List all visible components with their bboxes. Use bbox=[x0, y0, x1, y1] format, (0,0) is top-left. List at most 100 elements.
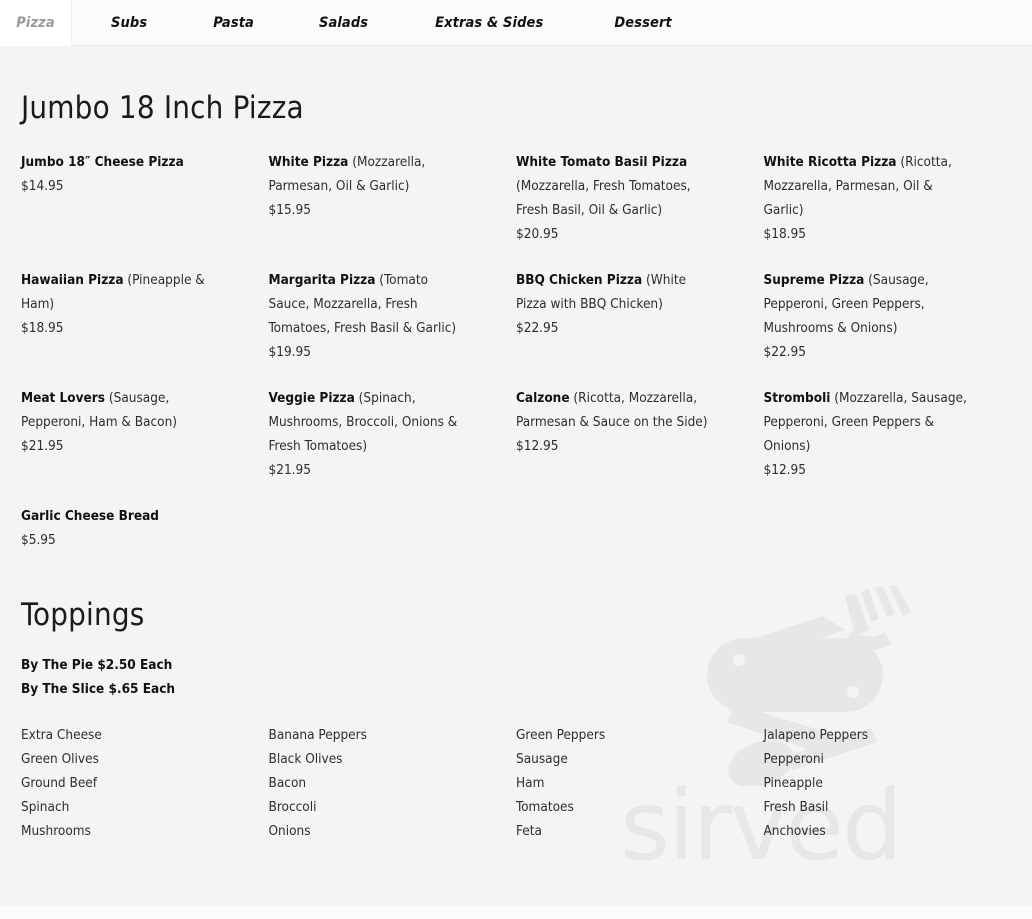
menu-item[interactable]: White Tomato Basil Pizza (Mozzarella, Fr… bbox=[516, 150, 764, 268]
menu-item-price: $12.95 bbox=[763, 462, 806, 478]
menu-item-price: $21.95 bbox=[21, 438, 64, 454]
topping-item[interactable]: Jalapeno Peppers bbox=[764, 723, 968, 747]
menu-item-name: White Ricotta Pizza bbox=[763, 154, 897, 170]
topping-item[interactable]: Pepperoni bbox=[764, 747, 968, 771]
tab-salads[interactable]: Salads bbox=[297, 0, 390, 46]
menu-item[interactable]: BBQ Chicken Pizza (White Pizza with BBQ … bbox=[516, 268, 764, 386]
menu-item-price: $15.95 bbox=[268, 202, 311, 218]
menu-item-text: Calzone (Ricotta, Mozzarella, Parmesan &… bbox=[516, 386, 720, 434]
topping-item[interactable]: Ham bbox=[516, 771, 720, 795]
topping-item[interactable]: Spinach bbox=[21, 795, 225, 819]
topping-item[interactable]: Mushrooms bbox=[21, 819, 225, 843]
topping-item[interactable]: Bacon bbox=[269, 771, 473, 795]
menu-item-text: Jumbo 18″ Cheese Pizza bbox=[21, 150, 225, 174]
menu-item-text: White Tomato Basil Pizza (Mozzarella, Fr… bbox=[516, 150, 720, 222]
tab-label: Subs bbox=[111, 15, 148, 31]
toppings-column: Green Peppers Sausage Ham Tomatoes Feta bbox=[516, 723, 764, 843]
toppings-price-by-the-pie: By The Pie $2.50 Each bbox=[21, 657, 173, 673]
menu-item-price: $20.95 bbox=[516, 226, 559, 242]
topping-item[interactable]: Sausage bbox=[516, 747, 720, 771]
menu-item-text: White Pizza (Mozzarella, Parmesan, Oil &… bbox=[269, 150, 473, 198]
menu-item[interactable]: Supreme Pizza (Sausage, Pepperoni, Green… bbox=[764, 268, 1012, 386]
section-title: Jumbo 18 Inch Pizza bbox=[21, 90, 304, 126]
tab-pizza[interactable]: Pizza bbox=[0, 0, 72, 46]
menu-item-name: Hawaiian Pizza bbox=[21, 272, 124, 288]
section-title: Toppings bbox=[21, 597, 145, 633]
menu-item-name: Veggie Pizza bbox=[268, 390, 355, 406]
page-bottom-strip bbox=[0, 906, 1032, 919]
menu-item-name: Supreme Pizza bbox=[763, 272, 865, 288]
menu-item-price: $12.95 bbox=[516, 438, 559, 454]
menu-item[interactable]: White Pizza (Mozzarella, Parmesan, Oil &… bbox=[269, 150, 517, 268]
topping-item[interactable]: Feta bbox=[516, 819, 720, 843]
menu-item-price: $19.95 bbox=[268, 344, 311, 360]
menu-item-price: $5.95 bbox=[21, 532, 56, 548]
menu-item-name: Jumbo 18″ Cheese Pizza bbox=[21, 154, 184, 170]
toppings-price-by-the-slice: By The Slice $.65 Each bbox=[21, 681, 176, 697]
menu-item-name: Margarita Pizza bbox=[268, 272, 376, 288]
tab-subs[interactable]: Subs bbox=[89, 0, 169, 46]
menu-item[interactable]: Hawaiian Pizza (Pineapple & Ham) $18.95 bbox=[21, 268, 269, 386]
menu-tab-bar: Pizza Subs Pasta Salads Extras & Sides D… bbox=[0, 0, 1032, 46]
section-jumbo-18-inch-pizza: Jumbo 18 Inch Pizza Jumbo 18″ Cheese Piz… bbox=[21, 46, 1011, 552]
topping-item[interactable]: Broccoli bbox=[269, 795, 473, 819]
menu-item-text: Meat Lovers (Sausage, Pepperoni, Ham & B… bbox=[21, 386, 225, 434]
menu-item-grid: Jumbo 18″ Cheese Pizza $14.95 White Pizz… bbox=[21, 150, 1011, 552]
topping-item[interactable]: Ground Beef bbox=[21, 771, 225, 795]
toppings-column: Banana Peppers Black Olives Bacon Brocco… bbox=[269, 723, 517, 843]
tab-dessert[interactable]: Dessert bbox=[592, 0, 693, 46]
topping-item[interactable]: Fresh Basil bbox=[764, 795, 968, 819]
menu-item-text: BBQ Chicken Pizza (White Pizza with BBQ … bbox=[516, 268, 720, 316]
menu-item-name: White Pizza bbox=[268, 154, 349, 170]
tab-label: Pasta bbox=[213, 15, 254, 31]
topping-item[interactable]: Anchovies bbox=[764, 819, 968, 843]
tab-pasta[interactable]: Pasta bbox=[191, 0, 276, 46]
topping-item[interactable]: Black Olives bbox=[269, 747, 473, 771]
menu-item-text: Supreme Pizza (Sausage, Pepperoni, Green… bbox=[764, 268, 968, 340]
menu-item-text: Margarita Pizza (Tomato Sauce, Mozzarell… bbox=[269, 268, 473, 340]
toppings-column: Jalapeno Peppers Pepperoni Pineapple Fre… bbox=[764, 723, 1012, 843]
menu-item-text: White Ricotta Pizza (Ricotta, Mozzarella… bbox=[764, 150, 968, 222]
tab-label: Salads bbox=[318, 15, 369, 31]
topping-item[interactable]: Green Olives bbox=[21, 747, 225, 771]
menu-item-text: Stromboli (Mozzarella, Sausage, Pepperon… bbox=[764, 386, 968, 458]
section-toppings: Toppings By The Pie $2.50 Each By The Sl… bbox=[21, 552, 1011, 843]
menu-item-price: $22.95 bbox=[763, 344, 806, 360]
menu-item[interactable]: White Ricotta Pizza (Ricotta, Mozzarella… bbox=[764, 150, 1012, 268]
toppings-price-block: By The Pie $2.50 Each By The Slice $.65 … bbox=[21, 653, 1011, 701]
menu-item[interactable]: Jumbo 18″ Cheese Pizza $14.95 bbox=[21, 150, 269, 268]
tab-label: Dessert bbox=[614, 15, 672, 31]
menu-item-text: Veggie Pizza (Spinach, Mushrooms, Brocco… bbox=[269, 386, 473, 458]
menu-item-price: $22.95 bbox=[516, 320, 559, 336]
menu-item-price: $18.95 bbox=[763, 226, 806, 242]
toppings-grid: Extra Cheese Green Olives Ground Beef Sp… bbox=[21, 723, 1011, 843]
menu-item-name: Meat Lovers bbox=[21, 390, 106, 406]
menu-item[interactable]: Stromboli (Mozzarella, Sausage, Pepperon… bbox=[764, 386, 1012, 504]
topping-item[interactable]: Pineapple bbox=[764, 771, 968, 795]
menu-item-name: Garlic Cheese Bread bbox=[21, 508, 160, 524]
topping-item[interactable]: Extra Cheese bbox=[21, 723, 225, 747]
menu-item-description: (Mozzarella, Fresh Tomatoes, Fresh Basil… bbox=[516, 178, 691, 218]
topping-item[interactable]: Green Peppers bbox=[516, 723, 720, 747]
menu-item-name: White Tomato Basil Pizza bbox=[516, 154, 688, 170]
topping-item[interactable]: Onions bbox=[269, 819, 473, 843]
menu-item[interactable]: Meat Lovers (Sausage, Pepperoni, Ham & B… bbox=[21, 386, 269, 504]
menu-item-text: Hawaiian Pizza (Pineapple & Ham) bbox=[21, 268, 225, 316]
menu-item-name: Stromboli bbox=[763, 390, 831, 406]
tab-extras-and-sides[interactable]: Extras & Sides bbox=[413, 0, 565, 46]
topping-item[interactable]: Tomatoes bbox=[516, 795, 720, 819]
menu-content: Jumbo 18 Inch Pizza Jumbo 18″ Cheese Piz… bbox=[21, 46, 1011, 843]
menu-item-text: Garlic Cheese Bread bbox=[21, 504, 225, 528]
tab-label: Pizza bbox=[16, 15, 55, 31]
menu-item[interactable]: Margarita Pizza (Tomato Sauce, Mozzarell… bbox=[269, 268, 517, 386]
menu-item-price: $14.95 bbox=[21, 178, 64, 194]
topping-item[interactable]: Banana Peppers bbox=[269, 723, 473, 747]
menu-item[interactable]: Calzone (Ricotta, Mozzarella, Parmesan &… bbox=[516, 386, 764, 504]
menu-item[interactable]: Garlic Cheese Bread $5.95 bbox=[21, 504, 269, 552]
tab-label: Extras & Sides bbox=[435, 15, 544, 31]
menu-item[interactable]: Veggie Pizza (Spinach, Mushrooms, Brocco… bbox=[269, 386, 517, 504]
menu-item-price: $21.95 bbox=[268, 462, 311, 478]
menu-item-name: BBQ Chicken Pizza bbox=[516, 272, 643, 288]
menu-item-price: $18.95 bbox=[21, 320, 64, 336]
menu-item-name: Calzone bbox=[516, 390, 570, 406]
